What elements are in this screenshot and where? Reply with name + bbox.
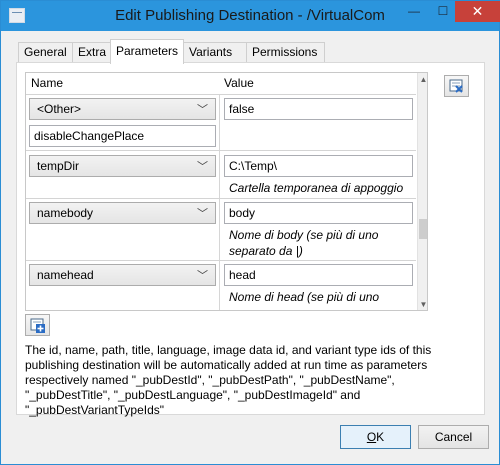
chevron-down-icon: ﹀ [197,161,208,173]
maximize-button[interactable]: ☐ [429,1,457,22]
tab-parameters[interactable]: Parameters [110,39,184,64]
add-parameter-icon [30,318,45,333]
close-button[interactable]: ✕ [455,1,500,22]
input-value: C:\Temp\ [229,159,278,173]
chevron-down-icon: ﹀ [197,104,208,116]
ok-button[interactable]: OK [340,425,411,449]
chevron-down-icon: ﹀ [197,208,208,220]
parameter-description: Nome di body (se più di uno separato da … [229,228,379,258]
tab-extra[interactable]: Extra [72,42,111,63]
parameter-description: Cartella temporanea di appoggio [229,181,404,195]
chevron-down-icon: ﹀ [197,270,208,282]
input-value: disableChangePlace [34,129,145,143]
combo-value: <Other> [37,102,82,116]
name-column-header: Name [31,76,64,90]
value-column-header: Value [224,76,254,90]
input-value: body [229,206,256,220]
ok-label-rest: K [376,430,385,444]
parameter-row: namebody ﹀ body Nome di body (se più di … [26,199,416,261]
parameter-row: <Other> ﹀ disableChangePlace false [26,95,416,151]
remove-parameter-icon [449,79,463,93]
scroll-thumb[interactable] [419,219,427,239]
combo-value: tempDir [37,159,80,173]
parameter-value-input[interactable]: head [224,264,413,286]
remove-parameter-button[interactable] [444,75,469,97]
custom-name-input[interactable]: disableChangePlace [29,125,216,147]
scroll-down-arrow-icon[interactable]: ▼ [418,298,427,310]
minimize-button[interactable]: — [400,1,428,22]
parameter-name-combo[interactable]: <Other> ﹀ [29,98,216,120]
parameters-info-text: The id, name, path, title, language, ima… [25,343,432,417]
parameter-row: tempDir ﹀ C:\Temp\ Cartella temporanea d… [26,152,416,199]
parameter-value-input[interactable]: body [224,202,413,224]
tab-general[interactable]: General [18,42,73,63]
parameter-value-input[interactable]: C:\Temp\ [224,155,413,177]
parameter-description: Nome di head (se più di uno [229,290,380,304]
combo-value: namehead [37,268,94,282]
parameter-name-combo[interactable]: namebody ﹀ [29,202,216,224]
parameter-value-input[interactable]: false [224,98,413,120]
ok-mnemonic: O [366,430,377,444]
scroll-up-arrow-icon[interactable]: ▲ [418,73,427,87]
tab-variants[interactable]: Variants [183,42,247,63]
grid-scrollbar[interactable]: ▲ ▼ [417,73,427,310]
combo-value: namebody [37,206,94,220]
parameter-row: namehead ﹀ head Nome di head (se più di … [26,261,416,310]
tab-permissions[interactable]: Permissions [246,42,325,63]
parameters-grid: Name Value <Other> ﹀ disableChangePlace … [25,72,428,311]
parameter-name-combo[interactable]: namehead ﹀ [29,264,216,286]
grid-header: Name Value [26,73,416,95]
input-value: head [229,268,256,282]
parameter-name-combo[interactable]: tempDir ﹀ [29,155,216,177]
cancel-button[interactable]: Cancel [418,425,489,449]
add-parameter-button[interactable] [25,314,50,336]
title-bar[interactable]: Edit Publishing Destination - /VirtualCo… [1,1,500,31]
input-value: false [229,102,255,116]
dialog-window: Edit Publishing Destination - /VirtualCo… [0,0,500,465]
parameters-panel: Name Value <Other> ﹀ disableChangePlace … [16,62,485,417]
